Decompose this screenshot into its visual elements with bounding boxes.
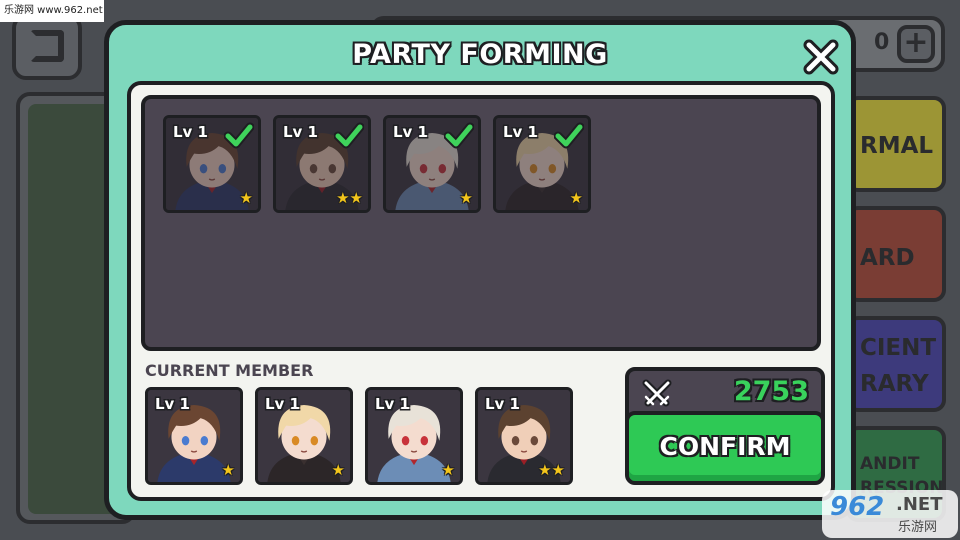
close-icon bbox=[803, 39, 839, 75]
watermark-cn: 乐游网 bbox=[898, 520, 938, 535]
roster-hero-card[interactable]: Lv 1 ★ bbox=[163, 115, 261, 213]
checkmark-icon bbox=[223, 122, 255, 150]
hero-level: Lv 1 bbox=[503, 123, 538, 141]
hero-roster: Lv 1 ★ Lv 1 ★★ Lv 1 ★ Lv 1 ★ bbox=[141, 95, 821, 351]
current-member-card[interactable]: Lv 1 ★ bbox=[365, 387, 463, 485]
watermark-number: 962 bbox=[830, 492, 885, 522]
close-button[interactable] bbox=[801, 37, 841, 77]
watermark-top: 乐游网 www.962.net bbox=[0, 0, 104, 22]
current-member-card[interactable]: Lv 1 ★ bbox=[255, 387, 353, 485]
dialog-content: Lv 1 ★ Lv 1 ★★ Lv 1 ★ Lv 1 ★ CURRENT MEMBER Lv … bbox=[127, 81, 835, 501]
mode-ancient-library-button: CIENT RARY bbox=[846, 316, 946, 412]
star-rating: ★ bbox=[570, 190, 583, 206]
current-member-card[interactable]: Lv 1 ★★ bbox=[475, 387, 573, 485]
hero-level: Lv 1 bbox=[393, 123, 428, 141]
current-member-label: CURRENT MEMBER bbox=[145, 361, 314, 380]
roster-hero-card[interactable]: Lv 1 ★ bbox=[383, 115, 481, 213]
star-icon: ★ bbox=[331, 461, 345, 479]
watermark-logo: 962 .NET 乐游网 bbox=[822, 490, 958, 538]
star-rating: ★ bbox=[222, 462, 235, 478]
star-icon: ★ bbox=[441, 461, 455, 479]
roster-hero-card[interactable]: Lv 1 ★★ bbox=[273, 115, 371, 213]
star-icon: ★ bbox=[569, 189, 583, 207]
checkmark-icon bbox=[443, 122, 475, 150]
star-icon: ★ bbox=[459, 189, 473, 207]
star-rating: ★ bbox=[460, 190, 473, 206]
watermark-net: .NET bbox=[896, 494, 943, 515]
dialog-title: PARTY FORMING bbox=[352, 39, 608, 70]
star-icon: ★ bbox=[239, 189, 253, 207]
party-forming-dialog: PARTY FORMING Lv 1 ★ Lv 1 ★★ Lv 1 ★ Lv 1 ★ CURR… bbox=[104, 20, 856, 520]
back-arrow-icon bbox=[30, 30, 64, 62]
hero-level: Lv 1 bbox=[155, 395, 190, 413]
star-rating: ★★ bbox=[538, 462, 565, 478]
star-rating: ★ bbox=[240, 190, 253, 206]
hero-roster-list: Lv 1 ★ Lv 1 ★★ Lv 1 ★ Lv 1 ★ bbox=[163, 115, 591, 213]
star-icon: ★★ bbox=[538, 461, 565, 479]
current-member-card[interactable]: Lv 1 ★ bbox=[145, 387, 243, 485]
star-icon: ★★ bbox=[336, 189, 363, 207]
party-power-value: 2753 bbox=[733, 376, 809, 407]
mode-hard-button: ARD bbox=[846, 206, 946, 302]
current-member-list: Lv 1 ★ Lv 1 ★ Lv 1 ★ Lv 1 ★★ bbox=[145, 387, 573, 485]
crossed-swords-icon bbox=[641, 378, 673, 410]
hero-level: Lv 1 bbox=[173, 123, 208, 141]
checkmark-icon bbox=[333, 122, 365, 150]
checkmark-icon bbox=[553, 122, 585, 150]
hero-level: Lv 1 bbox=[265, 395, 300, 413]
star-rating: ★ bbox=[442, 462, 455, 478]
roster-hero-card[interactable]: Lv 1 ★ bbox=[493, 115, 591, 213]
back-button bbox=[12, 14, 82, 80]
star-rating: ★★ bbox=[336, 190, 363, 206]
currency-count: 0 bbox=[874, 30, 890, 55]
confirm-button[interactable]: CONFIRM bbox=[625, 411, 825, 485]
hero-level: Lv 1 bbox=[283, 123, 318, 141]
hero-level: Lv 1 bbox=[375, 395, 410, 413]
hero-level: Lv 1 bbox=[485, 395, 520, 413]
mode-normal-button: RMAL bbox=[846, 96, 946, 192]
star-rating: ★ bbox=[332, 462, 345, 478]
star-icon: ★ bbox=[221, 461, 235, 479]
add-currency-button: + bbox=[897, 25, 935, 63]
